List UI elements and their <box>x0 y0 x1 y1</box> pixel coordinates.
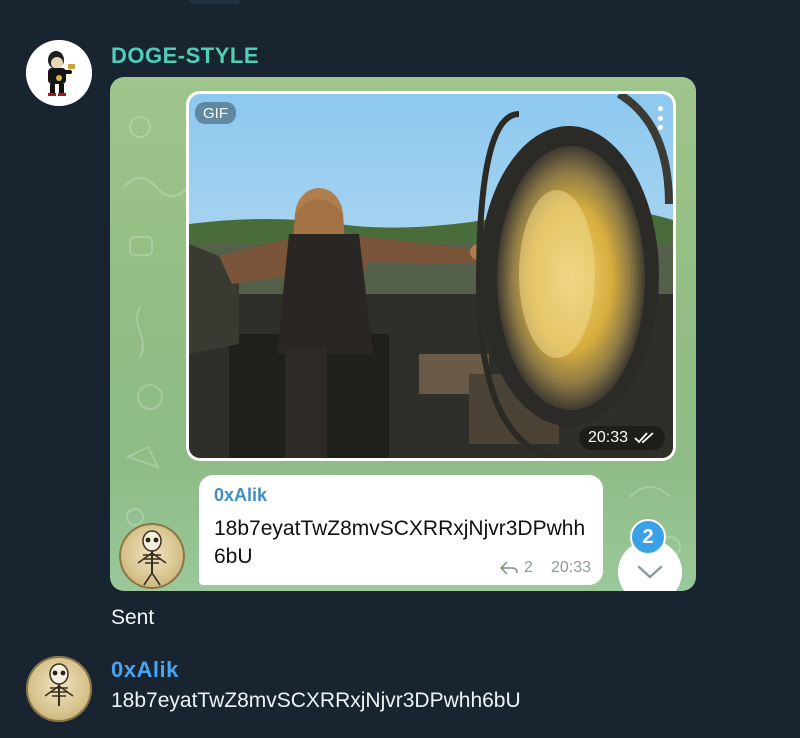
chevron-down-icon <box>637 565 663 579</box>
gif-type-badge: GIF <box>195 102 236 124</box>
previous-message-edge <box>188 0 242 4</box>
gif-time-text: 20:33 <box>587 429 628 446</box>
gif-timestamp: 20:33 <box>578 426 665 450</box>
reply-sender-name[interactable]: 0xAlik <box>214 485 267 506</box>
doge-style-avatar[interactable] <box>26 40 92 106</box>
doge-character-icon <box>26 40 92 106</box>
forwarded-reply-card[interactable]: 0xAlik 18b7eyatTwZ8mvSCXRRxjNjvr3DPwhh6b… <box>199 475 603 585</box>
reply-author-avatar[interactable] <box>119 523 185 589</box>
gif-more-options-icon[interactable] <box>657 106 663 130</box>
message-caption: Sent <box>111 606 155 629</box>
reply-arrow-icon <box>500 561 518 575</box>
gif-gong-scene-image <box>189 94 673 458</box>
skeleton-avatar-icon <box>26 656 92 722</box>
unread-count-badge: 2 <box>630 519 666 555</box>
message-bubble: GIF 20:33 0xAlik 18b7eyatTwZ8mvSCXRRxjNj… <box>110 77 696 591</box>
alik-sender-name[interactable]: 0xAlik <box>111 657 179 683</box>
reply-meta: 2 20:33 <box>500 559 591 577</box>
alik-message-text: 18b7eyatTwZ8mvSCXRRxjNjvr3DPwhh6bU <box>111 689 521 712</box>
skeleton-avatar-icon <box>119 523 185 589</box>
gif-preview-card[interactable]: GIF 20:33 <box>186 91 676 461</box>
gif-media[interactable]: GIF 20:33 <box>189 94 673 458</box>
reply-time: 20:33 <box>550 559 591 576</box>
double-check-read-icon <box>634 432 654 444</box>
alik-avatar[interactable] <box>26 656 92 722</box>
reply-count: 2 <box>524 559 533 576</box>
doge-style-sender-name[interactable]: DOGE-STYLE <box>111 43 259 69</box>
